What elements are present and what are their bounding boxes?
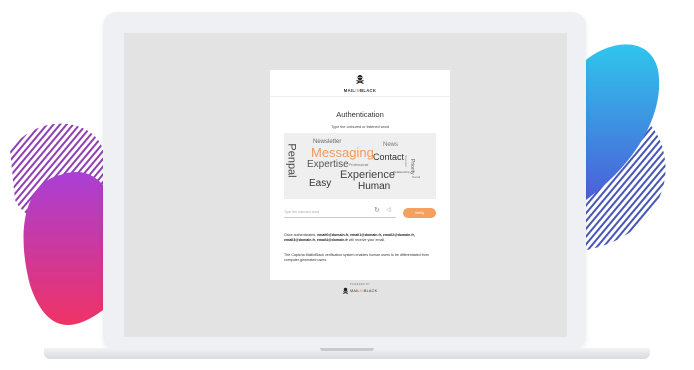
captcha-word: News bbox=[383, 142, 399, 148]
powered-by-label: POWERED BY bbox=[349, 283, 371, 286]
reload-icon[interactable]: ↻ bbox=[374, 207, 380, 214]
captcha-word: Human bbox=[358, 181, 391, 192]
captcha-word: Contact bbox=[373, 152, 405, 162]
skull-crossbones-icon bbox=[356, 75, 364, 84]
footer-brand-logo: MAILINBLACK bbox=[350, 289, 378, 293]
brand-logo-text: MAILINBLACK bbox=[343, 88, 377, 93]
left-blob bbox=[23, 172, 103, 325]
captcha-word: Experience bbox=[340, 169, 396, 181]
audio-icon[interactable]: ◁) bbox=[386, 208, 392, 213]
auth-card: MAILINBLACK Authentication Type the colo… bbox=[270, 70, 450, 280]
skull-crossbones-icon bbox=[342, 287, 349, 294]
captcha-word: Important bbox=[404, 155, 408, 167]
captcha-word: Relationship bbox=[393, 170, 410, 174]
captcha-word-cloud: Newsletter News Messaging Contact Penpal… bbox=[284, 133, 436, 199]
captcha-instruction: Type the coloured or listened word bbox=[330, 125, 390, 129]
captcha-description: The Captcha MailInBlack verification sys… bbox=[284, 253, 429, 262]
captcha-input[interactable]: Type the coloured word bbox=[284, 210, 319, 214]
captcha-word: Messaging bbox=[311, 145, 374, 160]
page-title: Authentication bbox=[336, 110, 384, 119]
captcha-word: Social bbox=[412, 175, 421, 179]
captcha-input-underline bbox=[284, 217, 396, 218]
verify-button[interactable]: Verify bbox=[403, 208, 436, 218]
captcha-word: Easy bbox=[309, 178, 332, 189]
laptop-notch bbox=[320, 348, 374, 351]
authentication-info: Once authenticated, email0@domain.fr, em… bbox=[284, 233, 415, 242]
header-logo: MAILINBLACK bbox=[270, 70, 450, 97]
captcha-word: Penpal bbox=[285, 143, 298, 178]
captcha-word: Professional bbox=[349, 163, 369, 167]
